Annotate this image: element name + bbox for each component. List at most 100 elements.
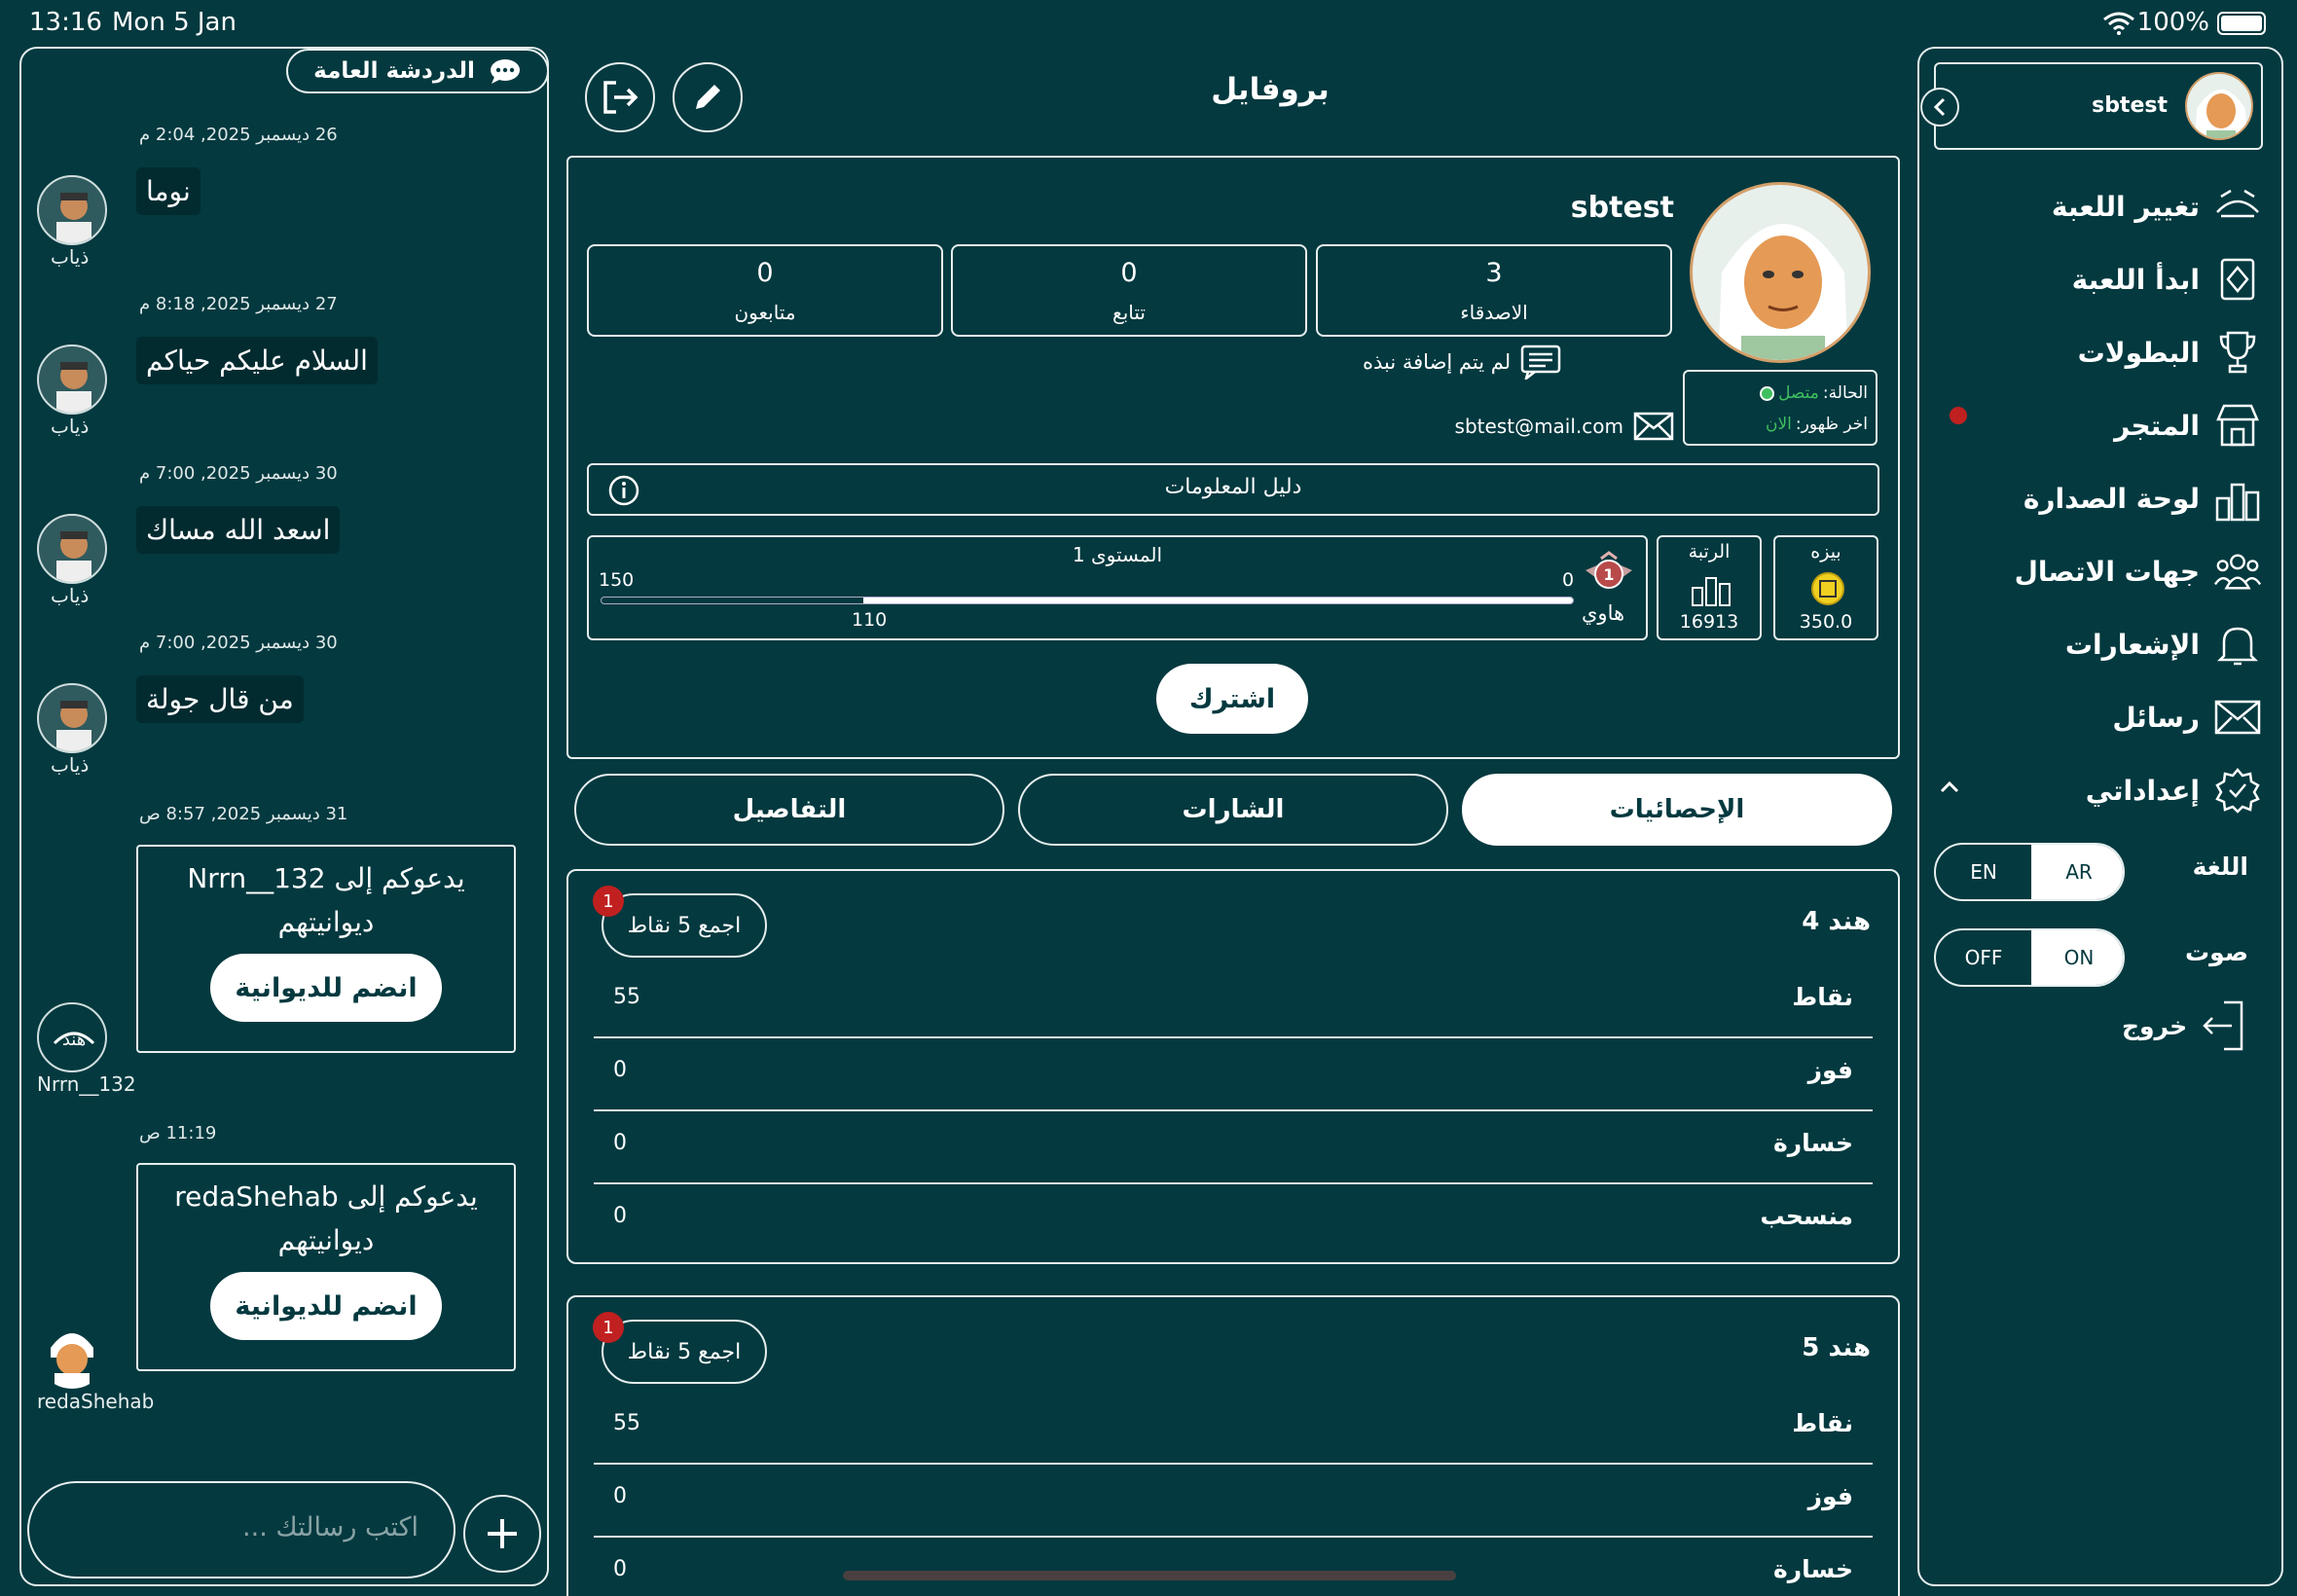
leaderboard-icon [1691,572,1732,607]
friends-stat[interactable]: 3 الاصدقاء [1316,244,1672,337]
following-stat[interactable]: 0 تتابع [951,244,1307,337]
level-progress-fill [863,598,1573,603]
chat-date: 30 ديسمبر 2025, 7:00 م [139,633,338,653]
edit-profile-button[interactable] [673,62,743,132]
sidebar-item-label: رسائل [2112,701,2200,734]
stats-row-label: نقاط [1792,983,1853,1011]
stats-row-label: فوز [1807,1056,1853,1084]
sound-on-button[interactable]: ON [2031,930,2123,985]
join-diwaniya-button[interactable]: انضم للديوانية [210,1272,442,1340]
avatar[interactable] [37,1319,107,1389]
online-dot [1760,385,1775,401]
rank-box: الرتبة 16913 [1657,535,1762,640]
last-seen-value: الان [1765,415,1792,434]
logout-button[interactable]: خروج [2122,997,2268,1055]
status-box: الحالة: متصل اخر ظهور: الان [1683,370,1878,446]
followers-count: 0 [756,258,774,288]
logout-round-button[interactable] [585,62,655,132]
logo-avatar[interactable]: هند [37,1002,107,1072]
chat-title-pill[interactable]: الدردشة العامة [286,49,549,93]
sound-toggle: OFF ON [1934,928,2125,987]
sidebar-item-tournaments[interactable]: البطولات [2078,325,2262,380]
stats-row-label: خسارة [1773,1555,1853,1583]
avatar[interactable] [37,514,107,584]
coin-icon [1810,571,1845,606]
sidebar-item-notifications[interactable]: الإشعارات [2065,617,2262,671]
tab-badges[interactable]: الشارات [1018,774,1448,846]
store-alert-dot [1950,407,1967,424]
email-row: sbtest@mail.com [1382,407,1674,446]
tab-details[interactable]: التفاصيل [574,774,1004,846]
chat-date: 26 ديسمبر 2025, 2:04 م [139,125,338,145]
collapse-sidebar-button[interactable] [1920,88,1959,127]
sidebar-item-label: إعداداتي [2085,774,2200,807]
bell-icon [2213,620,2262,669]
followers-stat[interactable]: 0 متابعون [587,244,943,337]
sidebar-item-start-game[interactable]: ابدأ اللعبة [2072,252,2262,307]
sidebar-user-card[interactable]: sbtest [1934,62,2263,150]
sidebar-item-settings[interactable]: إعداداتي [2086,763,2262,817]
chat-date: 31 ديسمبر 2025, 8:57 ص [139,804,348,824]
lang-en-button[interactable]: EN [1936,845,2031,899]
join-diwaniya-button[interactable]: انضم للديوانية [210,954,442,1022]
avatar[interactable] [2185,72,2253,140]
rank-label: الرتبة [1688,541,1731,562]
profile-avatar[interactable] [1690,182,1871,363]
stats-rows: نقاط 55 فوز 0 خسارة 0 [594,1399,1873,1594]
sound-label: صوت [2185,938,2248,966]
invite-line2: ديوانيتهم [277,1224,375,1256]
add-button[interactable] [463,1495,541,1573]
chat-user-name: Nrrn__132 [37,1072,136,1096]
sidebar-item-leaderboard[interactable]: لوحة الصدارة [2024,471,2262,526]
chevron-up-icon[interactable] [1939,779,1960,794]
sidebar-item-contacts[interactable]: جهات الاتصال [2015,544,2262,598]
page-title: بروفايل [1211,72,1330,107]
bio-text: لم يتم إضافة نبذه [1363,350,1512,374]
lang-ar-button[interactable]: AR [2031,845,2123,899]
level-progress-track [601,597,1574,604]
chat-user-name: ذياب [51,415,90,438]
avatar[interactable] [37,345,107,415]
store-icon [2213,401,2262,450]
status-time: 13:16 [29,8,102,37]
stats-row-label: منسحب [1760,1202,1853,1230]
stats-row-value: 0 [613,1058,627,1082]
stats-row-value: 55 [613,985,640,1009]
chat-message: نوما [136,167,201,215]
subscribe-button[interactable]: اشترك [1156,664,1308,734]
battery-icon [2217,12,2266,35]
rank-value: 16913 [1679,611,1739,633]
chat-date: 11:19 ص [139,1123,217,1143]
chat-user-name: ذياب [51,584,90,607]
sidebar-item-store[interactable]: المتجر [2114,398,2262,453]
stats-card-title: هند 4 [1802,907,1871,936]
tab-statistics[interactable]: الإحصائيات [1462,774,1892,846]
message-input-placeholder: اكتب رسالتك ... [242,1512,419,1542]
following-count: 0 [1120,258,1138,288]
sidebar-item-change-game[interactable]: تغيير اللعبة [2052,179,2262,234]
collect-points-button[interactable]: اجمع 5 نقاط [602,1320,767,1384]
cards-icon [2213,182,2262,231]
stats-row-value: 0 [613,1131,627,1155]
collect-points-button[interactable]: اجمع 5 نقاط [602,893,767,958]
info-guide-button[interactable]: دليل المعلومات [587,463,1879,516]
avatar[interactable] [37,683,107,753]
message-lines-icon [1520,345,1561,380]
message-input[interactable]: اكتب رسالتك ... [27,1481,456,1578]
invite-line1: يدعوكم إلى Nrrn__132 [187,862,465,894]
leaderboard-icon [2213,474,2262,523]
avatar[interactable] [37,175,107,245]
sidebar-username: sbtest [2092,93,2168,118]
stats-row-value: 0 [613,1557,627,1581]
exit-icon [601,80,639,115]
chat-bubble-icon [489,57,522,85]
level-max: 150 [599,569,635,591]
invite-line2: ديوانيتهم [277,906,375,938]
svg-text:1: 1 [1603,565,1614,584]
stats-row-value: 0 [613,1204,627,1228]
followers-label: متابعون [734,301,796,324]
svg-text:هند: هند [62,1030,86,1050]
sound-off-button[interactable]: OFF [1936,930,2031,985]
sidebar-item-messages[interactable]: رسائل [2112,690,2262,744]
stats-rows: نقاط 55 فوز 0 خسارة 0 منسحب 0 [594,973,1873,1246]
